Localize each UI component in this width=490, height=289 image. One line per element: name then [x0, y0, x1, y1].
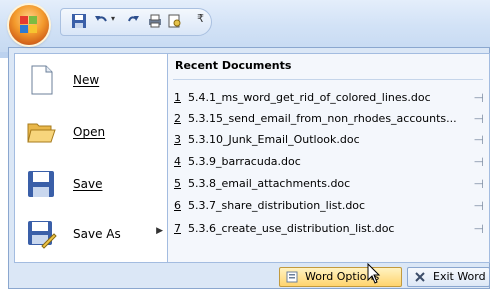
- new-command[interactable]: New: [19, 60, 165, 100]
- save-icon[interactable]: [71, 13, 87, 29]
- open-folder-icon: [27, 123, 56, 143]
- recent-document-item[interactable]: 2 5.3.15_send_email_from_non_rhodes_acco…: [174, 109, 486, 129]
- save-as-icon: [28, 221, 57, 249]
- customize-arrow-icon[interactable]: ₹: [197, 12, 204, 25]
- document-name: 5.3.6_create_use_distribution_list.doc: [188, 222, 395, 235]
- recent-document-item[interactable]: 5 5.3.8_email_attachments.doc ⊣: [174, 174, 486, 194]
- submenu-arrow-icon: ▶: [156, 226, 163, 236]
- recent-document-item[interactable]: 3 5.3.10_Junk_Email_Outlook.doc ⊣: [174, 130, 486, 150]
- close-icon: [415, 272, 425, 282]
- recent-document-item[interactable]: 6 5.3.7_share_distribution_list.doc ⊣: [174, 196, 486, 216]
- save-label: Save: [73, 177, 103, 191]
- command-list: New Open Save Save As ▶: [14, 53, 168, 263]
- document-name: 5.3.10_Junk_Email_Outlook.doc: [188, 133, 360, 146]
- item-number: 1: [174, 91, 181, 104]
- item-number: 2: [174, 112, 181, 125]
- pin-icon[interactable]: ⊣: [474, 130, 484, 150]
- exit-word-label: Exit Word: [433, 270, 486, 283]
- quick-access-toolbar: ▾ ₹: [60, 8, 212, 36]
- document-name: 5.3.9_barracuda.doc: [188, 155, 301, 168]
- document-name: 5.3.7_share_distribution_list.doc: [188, 199, 366, 212]
- document-name: 5.4.1_ms_word_get_rid_of_colored_lines.d…: [188, 91, 431, 104]
- save-as-command[interactable]: Save As ▶: [19, 214, 165, 254]
- save-icon: [28, 171, 54, 197]
- item-number: 3: [174, 133, 181, 146]
- recent-documents-header: Recent Documents: [175, 59, 292, 72]
- undo-icon[interactable]: [93, 13, 109, 29]
- office-button[interactable]: [9, 5, 49, 45]
- redo-icon[interactable]: [125, 13, 141, 29]
- pin-icon[interactable]: ⊣: [474, 174, 484, 194]
- office-menu: New Open Save Save As ▶ Recent Documents: [8, 47, 490, 289]
- recent-document-item[interactable]: 4 5.3.9_barracuda.doc ⊣: [174, 152, 486, 172]
- save-as-label: Save As: [73, 227, 121, 241]
- item-number: 6: [174, 199, 181, 212]
- open-label: Open: [73, 125, 106, 139]
- print-preview-icon[interactable]: [167, 13, 183, 29]
- new-document-icon: [31, 65, 53, 95]
- item-number: 5: [174, 177, 181, 190]
- open-command[interactable]: Open: [19, 112, 165, 152]
- document-name: 5.3.15_send_email_from_non_rhodes_accoun…: [188, 112, 457, 125]
- pin-icon[interactable]: ⊣: [474, 219, 484, 239]
- print-icon[interactable]: [147, 13, 163, 29]
- undo-dropdown-icon[interactable]: ▾: [111, 14, 115, 23]
- word-options-button[interactable]: Word Options: [279, 267, 402, 287]
- pin-icon[interactable]: ⊣: [474, 152, 484, 172]
- item-number: 4: [174, 155, 181, 168]
- new-label: New: [73, 73, 100, 87]
- save-command[interactable]: Save: [19, 164, 165, 204]
- mouse-pointer-icon: [367, 263, 381, 284]
- recent-document-item[interactable]: 1 5.4.1_ms_word_get_rid_of_colored_lines…: [174, 88, 486, 108]
- recent-documents-panel: Recent Documents 1 5.4.1_ms_word_get_rid…: [168, 53, 490, 263]
- pin-icon[interactable]: ⊣: [474, 88, 484, 108]
- exit-word-button[interactable]: Exit Word: [407, 267, 490, 287]
- options-icon: [286, 271, 298, 283]
- pin-icon[interactable]: ⊣: [474, 196, 484, 216]
- item-number: 7: [174, 222, 181, 235]
- divider: [173, 79, 483, 80]
- pin-icon[interactable]: ⊣: [474, 109, 484, 129]
- office-logo-icon: [20, 16, 38, 34]
- recent-document-item[interactable]: 7 5.3.6_create_use_distribution_list.doc…: [174, 219, 486, 239]
- document-name: 5.3.8_email_attachments.doc: [188, 177, 351, 190]
